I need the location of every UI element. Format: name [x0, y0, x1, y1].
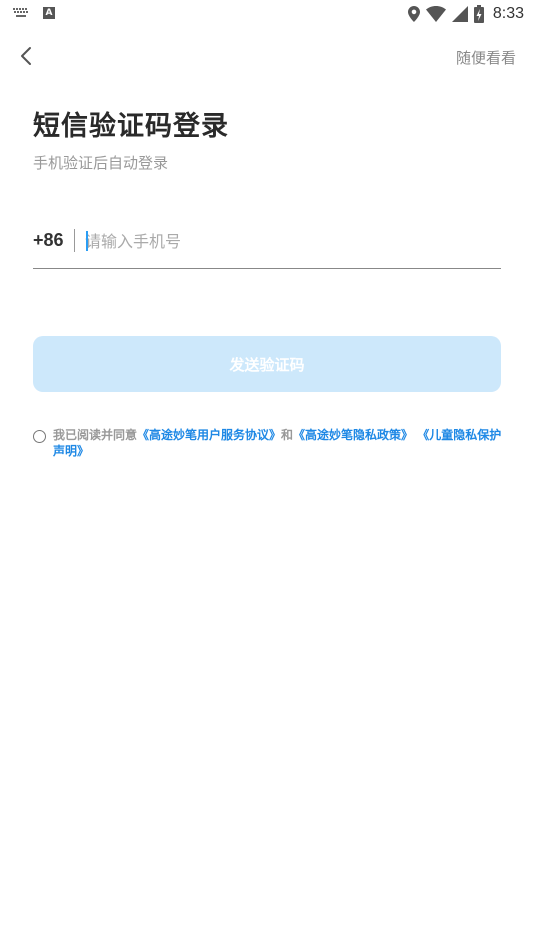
signal-icon [451, 6, 468, 22]
agreement-conjunction: 和 [281, 428, 294, 442]
privacy-policy-link[interactable]: 《高途妙笔隐私政策》 [293, 428, 413, 442]
send-code-button[interactable]: 发送验证码 [33, 336, 501, 392]
battery-charging-icon [473, 5, 484, 23]
wifi-icon [425, 6, 446, 22]
agreement-text: 我已阅读并同意《高途妙笔用户服务协议》和《高途妙笔隐私政策》 《儿童隐私保护声明… [53, 427, 503, 459]
agreement-radio[interactable] [33, 430, 46, 443]
status-bar: A 8:33 [0, 0, 534, 28]
text-caret [86, 231, 88, 251]
a-notification-icon: A [43, 7, 55, 19]
agreement: 我已阅读并同意《高途妙笔用户服务协议》和《高途妙笔隐私政策》 《儿童隐私保护声明… [33, 427, 503, 459]
status-bar-right: 8:33 [407, 4, 524, 24]
page-title: 短信验证码登录 [33, 111, 229, 142]
chevron-left-icon [21, 47, 31, 65]
field-divider [74, 229, 75, 252]
page-subtitle: 手机验证后自动登录 [33, 154, 169, 172]
skip-browse-link[interactable]: 随便看看 [456, 47, 516, 68]
phone-input[interactable] [85, 226, 485, 256]
phone-field: +86 [33, 222, 501, 269]
location-icon [407, 6, 420, 22]
keyboard-icon [13, 8, 29, 18]
status-bar-left: A [13, 7, 55, 19]
status-time: 8:33 [492, 5, 524, 22]
back-button[interactable] [12, 42, 40, 70]
country-code[interactable]: +86 [33, 230, 64, 251]
agreement-prefix: 我已阅读并同意 [53, 428, 138, 442]
user-agreement-link[interactable]: 《高途妙笔用户服务协议》 [137, 428, 281, 442]
